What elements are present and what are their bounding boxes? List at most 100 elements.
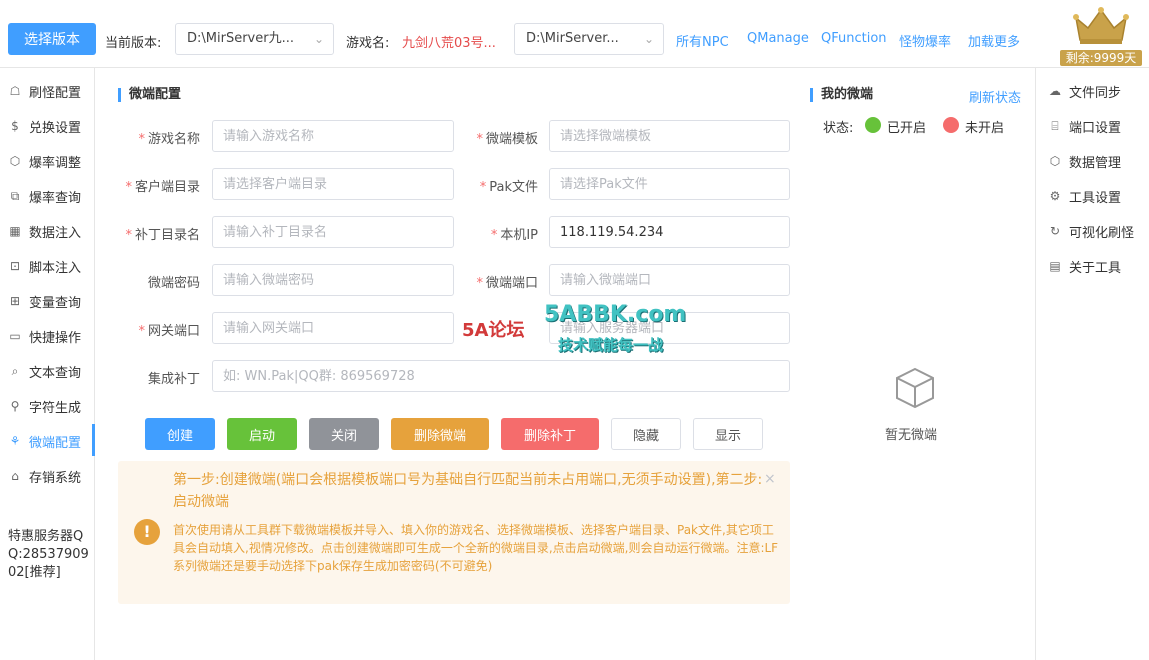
sidebar-item-droprate-adjust[interactable]: ⬡ 爆率调整 [8, 150, 81, 172]
qrcode-icon: ▦ [9, 224, 21, 238]
top-bar: 选择版本 当前版本: D:\MirServer九... ⌄ 游戏名: 九剑八荒0… [0, 0, 1149, 68]
integrated-patch-input[interactable] [212, 360, 790, 392]
chevron-down-icon: ⌄ [313, 32, 324, 46]
link-monster-droprate[interactable]: 怪物爆率 [899, 31, 951, 50]
pak-file-field-label: * Pak文件 [479, 180, 538, 195]
show-button[interactable]: 显示 [693, 418, 763, 450]
promo-info: 特惠服务器QQ:2853790902[推荐] [8, 529, 89, 580]
sidebar-item-label: 数据管理 [1069, 155, 1122, 171]
link-load-more[interactable]: 加载更多 [968, 31, 1020, 50]
refresh-status-link[interactable]: 刷新状态 [969, 87, 1021, 106]
gear-icon: ⚙ [1049, 189, 1061, 203]
sidebar-item-label: 存销系统 [29, 470, 82, 486]
script-icon: ⊡ [9, 259, 21, 273]
client-dir-input[interactable] [212, 168, 454, 200]
sidebar-item-variable-query[interactable]: ⊞ 变量查询 [8, 290, 81, 312]
pak-file-input[interactable] [549, 168, 790, 200]
sidebar-item-data-management[interactable]: ⬡ 数据管理 [1048, 150, 1121, 172]
stamp-icon: ⚲ [10, 399, 20, 413]
server-path-select[interactable]: D:\MirServer... ⌄ [514, 23, 664, 55]
select-version-button[interactable]: 选择版本 [8, 23, 96, 55]
link-qfunction[interactable]: QFunction [821, 31, 887, 46]
close-button[interactable]: 关闭 [309, 418, 379, 450]
client-password-field-label: 微端密码 [147, 276, 200, 291]
close-icon[interactable]: × [764, 471, 776, 487]
sidebar-item-droprate-query[interactable]: ⧉ 爆率查询 [8, 185, 81, 207]
sidebar-item-exchange[interactable]: $ 兑换设置 [8, 115, 81, 137]
sidebar-item-port-settings[interactable]: ⌸ 端口设置 [1048, 115, 1121, 137]
sidebar-item-label: 兑换设置 [29, 120, 82, 136]
alert-description: 首次使用请从工具群下载微端模板并导入、填入你的游戏名、选择微端模板、选择客户端目… [173, 523, 779, 573]
sidebar-item-label: 爆率调整 [29, 155, 82, 171]
folder-icon: ▭ [9, 329, 21, 343]
gateway-port-input[interactable] [212, 312, 454, 344]
client-dir-field-label: * 客户端目录 [125, 180, 200, 195]
cloud-upload-icon: ☁ [1049, 84, 1061, 98]
game-name-label: 游戏名: [346, 36, 390, 51]
empty-box-icon [896, 367, 934, 409]
sidebar-item-label: 脚本注入 [29, 260, 82, 276]
warning-icon: ! [134, 519, 160, 545]
delete-patch-button[interactable]: 删除补丁 [501, 418, 599, 450]
sidebar-item-store-system[interactable]: ⌂ 存销系统 [8, 465, 81, 487]
client-password-input[interactable] [212, 264, 454, 296]
sidebar-item-label: 数据注入 [29, 225, 82, 241]
clipboard-icon: ▤ [1049, 259, 1061, 273]
sidebar-item-client-config[interactable]: ⚘ 微端配置 [8, 430, 81, 452]
status-on-dot [865, 117, 881, 133]
watermark-forum: 5A论坛 [462, 320, 525, 341]
sidebar-item-char-gen[interactable]: ⚲ 字符生成 [8, 395, 81, 417]
sidebar-item-tool-settings[interactable]: ⚙ 工具设置 [1048, 185, 1121, 207]
game-name-value: 九剑八荒03号... [402, 36, 496, 51]
sidebar-item-file-sync[interactable]: ☁ 文件同步 [1048, 80, 1121, 102]
integrated-patch-field-label: 集成补丁 [147, 372, 200, 387]
right-sidebar: ☁ 文件同步 ⌸ 端口设置 ⬡ 数据管理 ⚙ 工具设置 ↻ 可视化刷怪 ▤ 关于工具 [1035, 68, 1149, 660]
client-template-field-label: * 微端模板 [476, 132, 538, 147]
sidebar-item-label: 端口设置 [1069, 120, 1122, 136]
link-all-npc[interactable]: 所有NPC [676, 31, 729, 50]
store-icon: ⌂ [11, 469, 19, 483]
client-icon: ⚘ [9, 434, 21, 448]
current-version-label: 当前版本: [105, 36, 162, 51]
patch-dir-input[interactable] [212, 216, 454, 248]
client-template-select[interactable] [549, 120, 790, 152]
cube-icon: ⬡ [9, 154, 21, 168]
sidebar-item-data-inject[interactable]: ▦ 数据注入 [8, 220, 81, 242]
game-name-input[interactable] [212, 120, 454, 152]
sidebar-item-monster-config[interactable]: ☖ 刷怪配置 [8, 80, 81, 102]
instructions-alert: ! 第一步:创建微端(端口会根据模板端口号为基础自行匹配当前未占用端口,无须手动… [118, 461, 790, 604]
vip-badge: 剩余:9999天 [1060, 6, 1142, 66]
sidebar-item-about[interactable]: ▤ 关于工具 [1048, 255, 1121, 277]
sidebar-item-label: 文件同步 [1069, 85, 1122, 101]
status-off-label: 未开启 [965, 121, 1005, 136]
server-port-input[interactable] [549, 312, 790, 344]
variable-icon: ⊞ [9, 294, 21, 308]
crown-icon [1073, 7, 1129, 44]
create-button[interactable]: 创建 [145, 418, 215, 450]
exchange-icon: $ [11, 119, 19, 133]
sidebar-item-label: 工具设置 [1069, 190, 1122, 206]
search-icon: ⌕ [11, 363, 19, 378]
sidebar-item-text-query[interactable]: ⌕ 文本查询 [8, 360, 81, 382]
sidebar-item-label: 文本查询 [29, 365, 82, 381]
start-button[interactable]: 启动 [227, 418, 297, 450]
version-select[interactable]: D:\MirServer九... ⌄ [175, 23, 334, 55]
hide-button[interactable]: 隐藏 [611, 418, 681, 450]
empty-text: 暂无微端 [885, 428, 938, 443]
sidebar-item-quick-action[interactable]: ▭ 快捷操作 [8, 325, 81, 347]
sidebar-item-label: 微端配置 [29, 435, 82, 451]
status-label: 状态: [823, 121, 854, 136]
sidebar-item-visual-spawn[interactable]: ↻ 可视化刷怪 [1048, 220, 1134, 242]
bank-icon: ⌸ [1051, 118, 1059, 133]
client-port-input[interactable] [549, 264, 790, 296]
sidebar-item-label: 爆率查询 [29, 190, 82, 206]
sidebar-item-label: 关于工具 [1069, 260, 1122, 276]
local-ip-field-label: * 本机IP [490, 228, 538, 243]
sidebar-item-label: 刷怪配置 [29, 85, 82, 101]
link-qmanage[interactable]: QManage [747, 31, 809, 46]
local-ip-input[interactable] [549, 216, 790, 248]
sidebar-item-script-inject[interactable]: ⊡ 脚本注入 [8, 255, 81, 277]
query-icon: ⧉ [10, 188, 20, 203]
delete-client-button[interactable]: 删除微端 [391, 418, 489, 450]
sidebar-item-label: 可视化刷怪 [1069, 225, 1135, 241]
